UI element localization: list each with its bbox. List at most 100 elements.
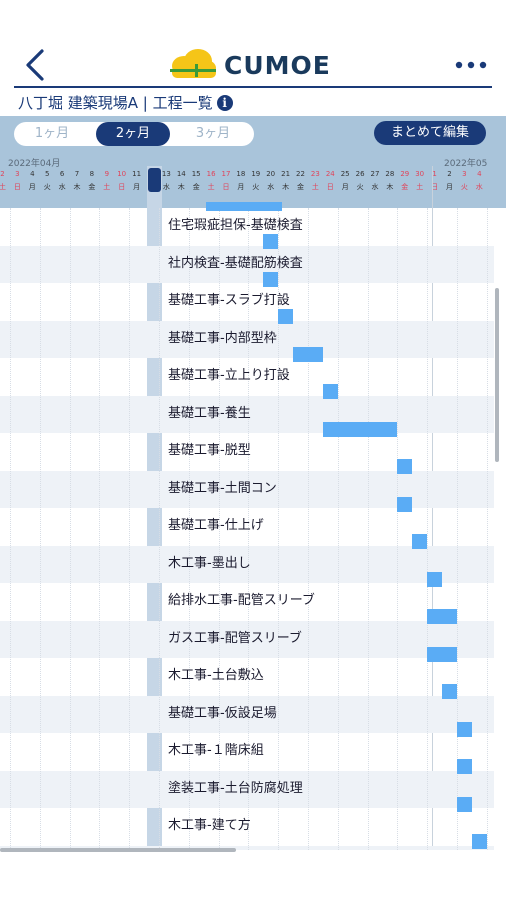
- task-label[interactable]: 給排水工事-配管スリーブ: [168, 589, 315, 608]
- day-weekday: 日: [326, 183, 334, 191]
- day-number: 24: [325, 170, 335, 178]
- gantt-bar[interactable]: [322, 384, 338, 399]
- day-number: 20: [266, 170, 276, 178]
- day-weekday: 火: [460, 183, 468, 191]
- day-weekday: 月: [446, 183, 453, 191]
- gantt-bar[interactable]: [456, 759, 472, 774]
- app-logo-text: CUMOE: [224, 50, 331, 80]
- gantt-bar[interactable]: [456, 721, 472, 737]
- day-weekday: 金: [192, 183, 200, 191]
- day-weekday: 火: [43, 183, 51, 191]
- day-number: 3: [462, 170, 467, 178]
- gantt-bar[interactable]: [293, 346, 323, 362]
- day-number: 1: [432, 170, 437, 178]
- day-number: 30: [415, 170, 425, 178]
- gridline: [367, 208, 370, 850]
- day-weekday: 土: [416, 183, 424, 191]
- day-weekday: 月: [341, 183, 349, 191]
- tab-1-month[interactable]: 1ヶ月: [14, 122, 90, 146]
- gridline: [397, 208, 399, 850]
- more-menu-button[interactable]: [453, 54, 489, 76]
- day-number: 25: [340, 170, 350, 178]
- day-weekday: 土: [103, 183, 111, 191]
- gantt-bar[interactable]: [397, 459, 413, 474]
- day-number: 5: [44, 170, 50, 178]
- app-logo: CUMOE: [168, 48, 331, 82]
- more-dots-icon: [455, 61, 487, 69]
- task-label[interactable]: 木工事-土台敷込: [168, 664, 264, 683]
- task-label[interactable]: 木工事-１階床組: [168, 739, 264, 758]
- task-label[interactable]: 基礎工事-養生: [168, 402, 251, 421]
- day-number: 29: [400, 170, 410, 178]
- day-weekday: 月: [28, 183, 36, 191]
- gridline: [427, 208, 429, 850]
- day-weekday: 土: [207, 183, 215, 191]
- day-number: 9: [104, 170, 110, 178]
- month-label-left: 2022年04月: [8, 159, 61, 169]
- today-marker: [148, 168, 161, 192]
- gridline: [69, 208, 72, 850]
- day-number: 7: [74, 170, 80, 178]
- gantt-bar[interactable]: [427, 646, 457, 662]
- task-label[interactable]: ガス工事-配管スリーブ: [168, 627, 302, 646]
- task-label[interactable]: 塗装工事-土台防腐処理: [168, 777, 303, 796]
- task-label[interactable]: 基礎工事-立上り打設: [168, 364, 290, 383]
- day-weekday: 土: [0, 183, 6, 191]
- task-label[interactable]: 基礎工事-仮設足場: [168, 702, 277, 721]
- tab-3-month[interactable]: 3ヶ月: [174, 122, 252, 146]
- gantt-bar[interactable]: [442, 684, 457, 699]
- day-weekday: 木: [73, 183, 81, 191]
- cloud-logo-icon: [170, 49, 216, 78]
- tab-2-month[interactable]: 2ヶ月: [96, 122, 170, 146]
- day-weekday: 火: [252, 183, 260, 191]
- gridline: [486, 208, 489, 850]
- task-label[interactable]: 基礎工事-仕上げ: [168, 514, 264, 533]
- day-weekday: 金: [88, 183, 96, 191]
- gantt-bar[interactable]: [456, 796, 472, 812]
- info-icon[interactable]: i: [216, 94, 233, 111]
- task-label[interactable]: 社内検査-基礎配筋検査: [168, 252, 303, 271]
- day-weekday: 日: [13, 183, 21, 191]
- gantt-bar[interactable]: [322, 421, 398, 437]
- day-number: 14: [176, 170, 186, 178]
- month-label-right: 2022年05: [444, 159, 488, 169]
- day-weekday: 木: [177, 183, 185, 191]
- gantt-bar[interactable]: [397, 496, 413, 512]
- day-number: 28: [385, 170, 395, 178]
- day-weekday: 日: [431, 183, 439, 191]
- task-label[interactable]: 基礎工事-スラブ打設: [168, 289, 290, 308]
- gantt-bar[interactable]: [412, 534, 428, 549]
- day-weekday: 木: [282, 183, 290, 191]
- gantt-bar[interactable]: [263, 234, 279, 249]
- back-button[interactable]: [20, 48, 50, 82]
- gridline: [308, 208, 310, 850]
- bulk-edit-button[interactable]: まとめて編集: [374, 121, 486, 145]
- horizontal-scrollbar[interactable]: [0, 848, 236, 852]
- gridline: [10, 208, 12, 850]
- gridline: [337, 208, 340, 850]
- task-label[interactable]: 木工事-墨出し: [168, 552, 251, 571]
- day-number: 17: [221, 170, 231, 178]
- task-label[interactable]: 基礎工事-内部型枠: [168, 327, 277, 346]
- task-label[interactable]: 基礎工事-土間コン: [168, 477, 277, 496]
- day-weekday: 月: [133, 183, 141, 191]
- day-number: 11: [132, 170, 142, 178]
- day-number: 27: [370, 170, 380, 178]
- gantt-bar-partial[interactable]: [206, 202, 282, 211]
- task-label[interactable]: 住宅瑕疵担保-基礎検査: [168, 214, 303, 233]
- gridline: [129, 208, 131, 850]
- day-number: 6: [59, 170, 65, 178]
- vertical-scrollbar[interactable]: [495, 288, 499, 462]
- day-weekday: 木: [386, 183, 394, 191]
- task-label[interactable]: 基礎工事-脱型: [168, 439, 251, 458]
- task-label[interactable]: 木工事-建て方: [168, 814, 251, 833]
- page-title: 八丁堀 建築現場A | 工程一覧 i: [18, 92, 233, 113]
- gantt-bar[interactable]: [471, 834, 487, 849]
- day-weekday: 金: [401, 183, 409, 191]
- gantt-bar[interactable]: [263, 271, 279, 287]
- gantt-bar[interactable]: [278, 309, 293, 324]
- day-number: 8: [89, 170, 95, 178]
- gantt-bar[interactable]: [427, 571, 442, 587]
- gantt-bar[interactable]: [427, 609, 457, 624]
- day-number: 19: [251, 170, 261, 178]
